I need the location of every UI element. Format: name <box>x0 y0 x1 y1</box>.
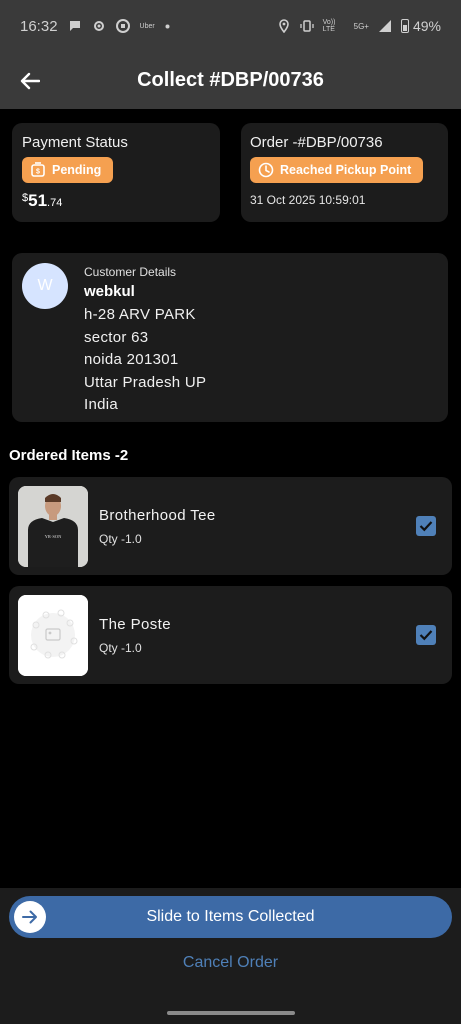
home-indicator[interactable] <box>167 1011 295 1015</box>
slider-handle[interactable] <box>14 901 46 933</box>
order-card: Order -#DBP/00736 Reached Pickup Point 3… <box>241 123 448 222</box>
item-text: The Poste Qty -1.0 <box>99 616 416 655</box>
status-notification-icons: Uber <box>68 19 170 33</box>
customer-name: webkul <box>84 283 135 300</box>
list-item: The Poste Qty -1.0 <box>9 586 452 684</box>
order-status-badge: Reached Pickup Point <box>250 157 424 183</box>
arrow-right-icon <box>22 910 37 924</box>
item-text: Brotherhood Tee Qty -1.0 <box>99 507 416 546</box>
page-title: Collect #DBP/00736 <box>137 69 324 91</box>
uber-icon <box>115 19 130 33</box>
item-collected-checkbox[interactable] <box>416 625 436 645</box>
placeholder-image-icon <box>18 594 88 676</box>
item-collected-checkbox[interactable] <box>416 516 436 536</box>
customer-details-card: W Customer Details webkul h-28 ARV PARK … <box>12 253 448 422</box>
checkmark-icon <box>419 630 433 641</box>
status-system-icons: Vo)) LTE 5G+ 49% <box>277 18 441 34</box>
order-number-label: Order -#DBP/00736 <box>250 134 383 151</box>
chat-icon <box>69 21 80 31</box>
settings-icon <box>93 21 104 31</box>
item-name: Brotherhood Tee <box>99 506 216 524</box>
list-item: YR·SON Brotherhood Tee Qty -1.0 <box>9 477 452 575</box>
address-line-4: Uttar Pradesh UP <box>84 373 207 391</box>
order-date: 31 Oct 2025 10:59:01 <box>250 193 366 207</box>
item-qty: Qty -1.0 <box>99 640 142 655</box>
status-time: 16:32 <box>20 17 58 35</box>
payment-status-badge: $ Pending <box>22 157 114 183</box>
vibrate-icon <box>299 20 314 32</box>
checkmark-icon <box>419 521 433 532</box>
battery-indicator: 49% <box>400 18 441 34</box>
amount-decimal: .74 <box>47 197 63 209</box>
address-line-1: h-28 ARV PARK <box>84 306 196 323</box>
app-bar: Collect #DBP/00736 <box>0 52 461 109</box>
item-qty: Qty -1.0 <box>99 531 142 546</box>
payment-status-label: Payment Status <box>22 134 128 151</box>
address-line-3: noida 201301 <box>84 351 179 369</box>
address-line-5: India <box>84 396 119 414</box>
amount-whole: 51 <box>28 191 48 210</box>
order-status-text: Reached Pickup Point <box>280 163 412 177</box>
product-image: YR·SON <box>18 485 88 567</box>
signal-icon <box>378 20 391 32</box>
battery-percent: 49% <box>412 18 441 34</box>
slide-to-collect-slider[interactable]: Slide to Items Collected <box>9 896 452 938</box>
status-bar: 16:32 Uber Vo)) LTE 5G+ 49% <box>0 0 461 52</box>
clock-icon <box>258 162 274 178</box>
svg-text:YR·SON: YR·SON <box>45 534 63 539</box>
t-shirt-icon: YR·SON <box>18 485 88 567</box>
arrow-left-icon <box>20 72 40 89</box>
location-icon <box>278 19 289 33</box>
customer-info: Customer Details webkul h-28 ARV PARK se… <box>84 263 207 413</box>
svg-text:$: $ <box>36 169 40 176</box>
payment-amount: $ 51 .74 <box>22 191 210 211</box>
volte-label: Vo)) LTE <box>322 19 336 33</box>
product-image <box>18 594 88 676</box>
avatar: W <box>22 263 68 309</box>
address-line-2: sector 63 <box>84 328 149 346</box>
uber-label: Uber <box>139 22 155 30</box>
battery-icon <box>400 19 409 33</box>
ordered-items-title: Ordered Items -2 <box>9 447 129 464</box>
cancel-order-button[interactable]: Cancel Order <box>0 954 461 972</box>
dot-icon <box>165 24 170 28</box>
slider-label: Slide to Items Collected <box>146 908 315 925</box>
payment-status-text: Pending <box>52 163 102 177</box>
network-type: 5G+ <box>353 21 369 31</box>
customer-details-label: Customer Details <box>84 265 177 279</box>
payment-status-card: Payment Status $ Pending $ 51 .74 <box>12 123 220 222</box>
cash-icon: $ <box>31 162 45 177</box>
back-button[interactable] <box>0 52 60 109</box>
item-name: The Poste <box>99 615 171 633</box>
